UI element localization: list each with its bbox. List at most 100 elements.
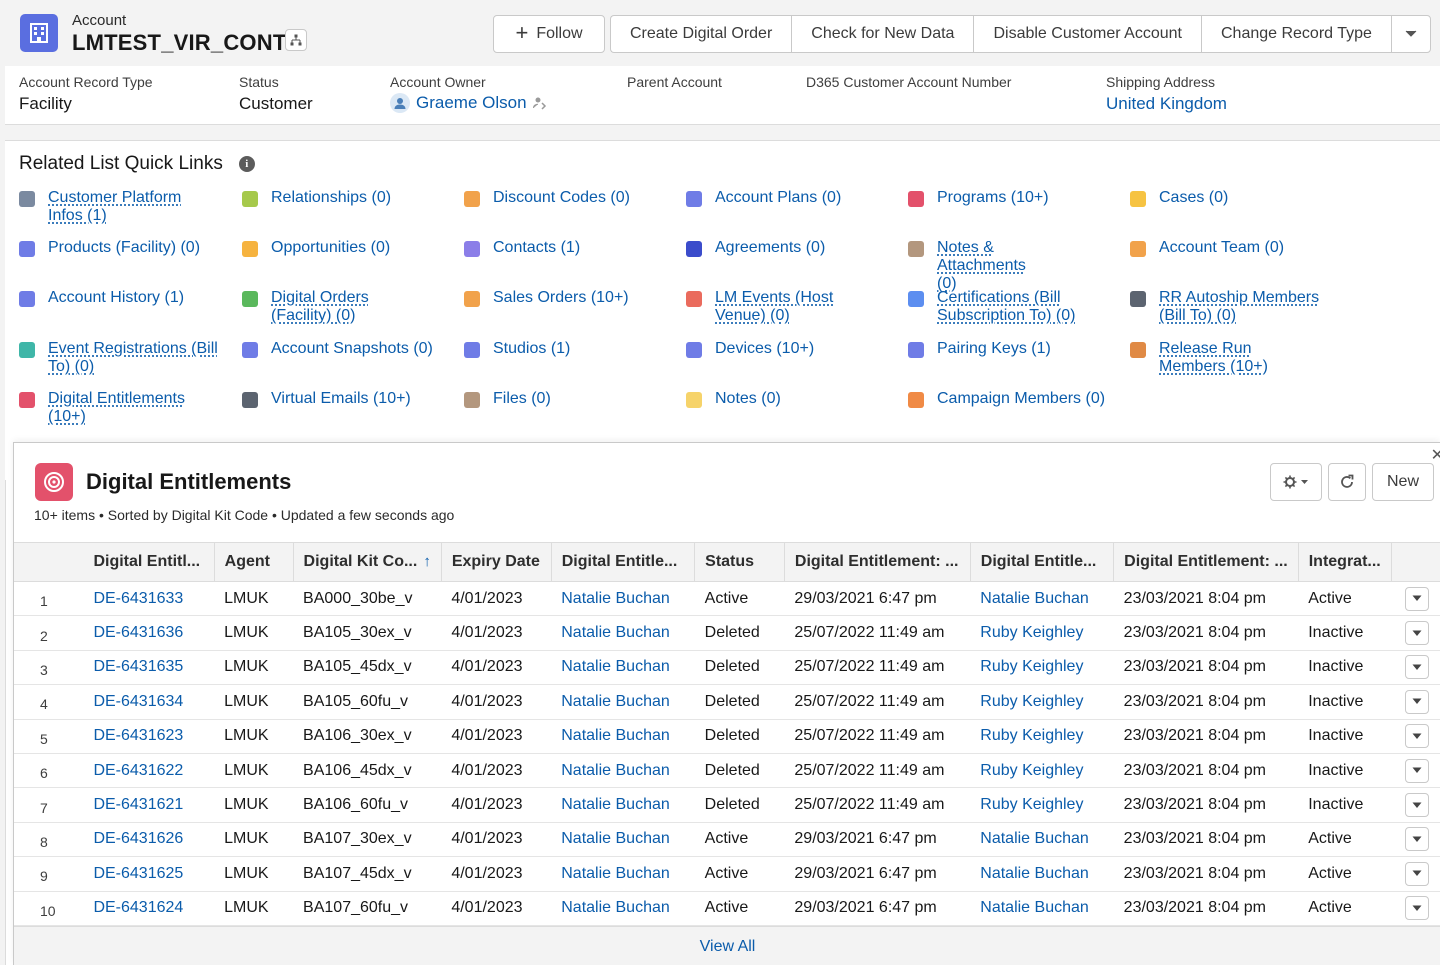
entitlement-id-link[interactable]: DE-6431625 (83, 856, 215, 892)
quick-link[interactable]: Certifications (Bill Subscription To) (0… (908, 289, 1113, 325)
column-header[interactable]: Digital Entitle... (551, 542, 696, 582)
quick-link[interactable]: LM Events (Host Venue) (0) (686, 289, 891, 325)
user-link[interactable]: Natalie Buchan (551, 753, 695, 789)
quick-link-icon (242, 241, 258, 257)
entitlement-id-link[interactable]: DE-6431636 (83, 615, 215, 651)
column-header[interactable]: Integrat... (1298, 542, 1392, 582)
quick-link[interactable]: Account Plans (0) (686, 189, 891, 207)
close-icon[interactable]: ✕ (1431, 445, 1440, 465)
quick-link[interactable]: Notes (0) (686, 390, 891, 408)
user-link[interactable]: Natalie Buchan (551, 615, 695, 651)
change-owner-icon[interactable] (532, 96, 547, 110)
quick-link[interactable]: RR Autoship Members (Bill To) (0) (1130, 289, 1335, 325)
quick-link[interactable]: Opportunities (0) (242, 239, 447, 257)
quick-link[interactable]: Digital Entitlements (10+) (19, 390, 224, 426)
quick-link[interactable]: Account Team (0) (1130, 239, 1335, 257)
entitlement-id-link[interactable]: DE-6431633 (83, 581, 215, 617)
column-header[interactable]: Agent (214, 542, 294, 582)
entitlement-id-link[interactable]: DE-6431626 (83, 822, 215, 858)
user-link[interactable]: Natalie Buchan (551, 891, 695, 926)
quick-link[interactable]: Programs (10+) (908, 189, 1113, 207)
user-link[interactable]: Ruby Keighley (970, 719, 1114, 754)
quick-link[interactable]: Studios (1) (464, 340, 669, 358)
entitlement-id-link[interactable]: DE-6431634 (83, 684, 215, 720)
row-actions-button[interactable] (1405, 724, 1429, 749)
column-header[interactable]: Digital Entitle... (970, 542, 1115, 582)
entitlement-id-link[interactable]: DE-6431622 (83, 753, 215, 789)
row-actions-button[interactable] (1405, 655, 1429, 680)
row-actions-button[interactable] (1405, 861, 1429, 886)
column-header[interactable]: Status (694, 542, 785, 582)
user-link[interactable]: Natalie Buchan (551, 581, 695, 617)
quick-link[interactable]: Contacts (1) (464, 239, 669, 257)
quick-link[interactable]: Pairing Keys (1) (908, 340, 1113, 358)
entitlement-id-link[interactable]: DE-6431623 (83, 719, 215, 754)
disable-customer-account-button[interactable]: Disable Customer Account (973, 15, 1201, 53)
user-link[interactable]: Natalie Buchan (551, 650, 695, 686)
user-link[interactable]: Natalie Buchan (970, 856, 1114, 892)
quick-link[interactable]: Devices (10+) (686, 340, 891, 358)
hierarchy-button[interactable] (285, 29, 307, 51)
view-all-link[interactable]: View All (14, 926, 1440, 965)
shipping-address-link[interactable]: United Kingdom (1106, 94, 1227, 114)
table-cell: 23/03/2021 8:04 pm (1113, 581, 1299, 617)
quick-link[interactable]: Customer Platform Infos (1) (19, 189, 224, 225)
quick-link[interactable]: Account History (1) (19, 289, 224, 307)
field-d365-number: D365 Customer Account Number (806, 74, 1011, 90)
user-link[interactable]: Ruby Keighley (970, 650, 1114, 686)
row-actions-button[interactable] (1405, 621, 1429, 646)
row-actions-button[interactable] (1405, 896, 1429, 921)
user-link[interactable]: Ruby Keighley (970, 684, 1114, 720)
quick-link[interactable]: Event Registrations (Bill To) (0) (19, 340, 224, 376)
column-header-sorted[interactable]: Digital Kit Co... ↑ (293, 542, 442, 582)
quick-link[interactable]: Discount Codes (0) (464, 189, 669, 207)
column-header[interactable]: Digital Entitlement: ... (784, 542, 971, 582)
user-link[interactable]: Natalie Buchan (551, 684, 695, 720)
info-icon[interactable]: i (238, 156, 255, 172)
follow-button[interactable]: + Follow (493, 15, 605, 53)
quick-link[interactable]: Virtual Emails (10+) (242, 390, 447, 408)
list-settings-button[interactable] (1270, 463, 1322, 501)
quick-link[interactable]: Digital Orders (Facility) (0) (242, 289, 447, 325)
quick-link[interactable]: Account Snapshots (0) (242, 340, 447, 358)
quick-link[interactable]: Notes & Attachments (0) (908, 239, 1113, 293)
change-record-type-button[interactable]: Change Record Type (1200, 15, 1391, 53)
more-actions-button[interactable] (1390, 15, 1431, 53)
refresh-button[interactable] (1328, 463, 1366, 501)
user-link[interactable]: Natalie Buchan (970, 822, 1114, 858)
quick-link[interactable]: Products (Facility) (0) (19, 239, 224, 257)
user-link[interactable]: Natalie Buchan (551, 856, 695, 892)
quick-link-label: Studios (1) (493, 340, 571, 357)
column-header[interactable]: Digital Entitl... (83, 542, 215, 582)
user-link[interactable]: Ruby Keighley (970, 753, 1114, 789)
user-link[interactable]: Natalie Buchan (551, 719, 695, 754)
row-actions-cell (1391, 787, 1440, 823)
quick-link[interactable]: Campaign Members (0) (908, 390, 1113, 408)
user-link[interactable]: Natalie Buchan (551, 787, 695, 823)
row-actions-button[interactable] (1405, 827, 1429, 852)
user-link[interactable]: Ruby Keighley (970, 615, 1114, 651)
row-actions-button[interactable] (1405, 758, 1429, 783)
quick-link[interactable]: Relationships (0) (242, 189, 447, 207)
row-actions-button[interactable] (1405, 689, 1429, 714)
entitlement-id-link[interactable]: DE-6431635 (83, 650, 215, 686)
user-link[interactable]: Natalie Buchan (970, 581, 1114, 617)
owner-link[interactable]: Graeme Olson (416, 93, 527, 113)
quick-link[interactable]: Release Run Members (10+) (1130, 340, 1335, 376)
quick-link[interactable]: Agreements (0) (686, 239, 891, 257)
row-actions-button[interactable] (1405, 586, 1429, 611)
user-link[interactable]: Ruby Keighley (970, 787, 1114, 823)
create-digital-order-button[interactable]: Create Digital Order (610, 15, 792, 53)
column-header[interactable]: Digital Entitlement: ... (1113, 542, 1299, 582)
user-link[interactable]: Natalie Buchan (551, 822, 695, 858)
new-button[interactable]: New (1372, 463, 1434, 501)
check-new-data-button[interactable]: Check for New Data (791, 15, 974, 53)
entitlement-id-link[interactable]: DE-6431624 (83, 891, 215, 926)
quick-link[interactable]: Cases (0) (1130, 189, 1335, 207)
user-link[interactable]: Natalie Buchan (970, 891, 1114, 926)
entitlement-id-link[interactable]: DE-6431621 (83, 787, 215, 823)
quick-link[interactable]: Files (0) (464, 390, 669, 408)
quick-link[interactable]: Sales Orders (10+) (464, 289, 669, 307)
row-actions-button[interactable] (1405, 793, 1429, 818)
column-header[interactable]: Expiry Date (441, 542, 552, 582)
